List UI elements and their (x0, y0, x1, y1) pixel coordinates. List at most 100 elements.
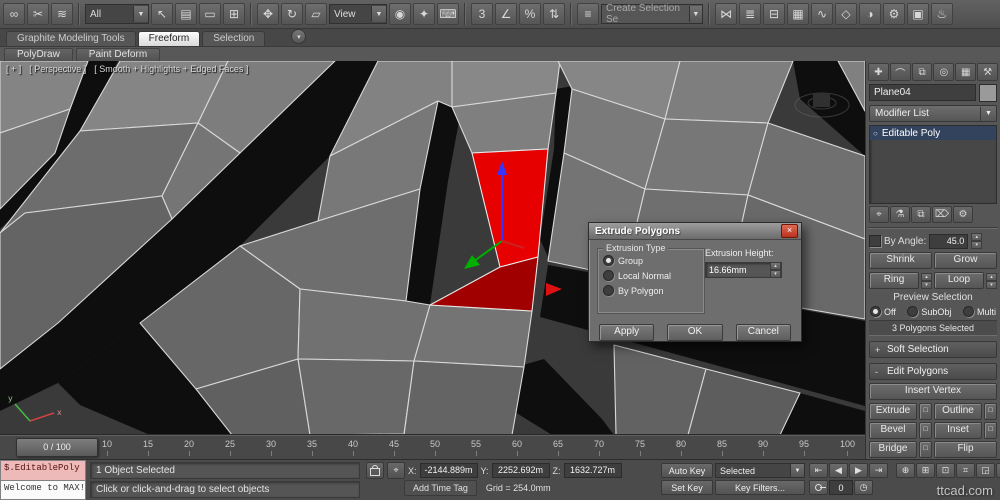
key-filters-button[interactable]: Key Filters... (715, 480, 805, 495)
timeline-tick[interactable]: 35 (307, 439, 317, 457)
maxscript-listener-input[interactable]: $.EditablePoly (0, 460, 86, 481)
grow-button[interactable]: Grow (934, 252, 997, 269)
flip-button[interactable]: Flip (934, 441, 997, 458)
tab-selection[interactable]: Selection (202, 31, 266, 46)
reference-coordinate-dropdown[interactable]: View ▼ (329, 4, 387, 24)
timeline-tick[interactable]: 100 (840, 439, 855, 457)
dialog-titlebar[interactable]: Extrude Polygons × (589, 223, 801, 240)
preview-multi-radio[interactable]: Multi (962, 306, 996, 317)
spinner-snap-icon[interactable]: ⇅ (543, 3, 565, 25)
display-tab-icon[interactable]: ▦ (955, 63, 977, 81)
remove-modifier-icon[interactable]: ⌦ (932, 206, 952, 224)
use-pivot-center-icon[interactable]: ◉ (389, 3, 411, 25)
ribbon-minimize-button[interactable]: ▾ (291, 29, 307, 44)
set-key-button[interactable]: Set Key (661, 480, 713, 495)
timeline-tick[interactable]: 75 (635, 439, 645, 457)
time-configuration-button[interactable]: ◷ (854, 480, 873, 495)
tab-freeform[interactable]: Freeform (137, 31, 201, 46)
timeline-tick[interactable]: 70 (594, 439, 604, 457)
extrude-button[interactable]: Extrude (869, 403, 917, 420)
zoom-all-icon[interactable]: ⊞ (916, 463, 935, 478)
preview-subobj-radio[interactable]: SubObj (907, 306, 951, 317)
extrusion-height-input[interactable]: 16.66mm ▴ ▾ (705, 262, 782, 278)
apply-button[interactable]: Apply (599, 324, 655, 341)
y-coordinate-input[interactable]: 2252.692m (491, 463, 550, 478)
timeline-tick[interactable]: 60 (512, 439, 522, 457)
create-tab-icon[interactable]: ✚ (868, 63, 889, 81)
tab-graphite-modeling-tools[interactable]: Graphite Modeling Tools (6, 31, 136, 46)
zoom-extents-icon[interactable]: ⊡ (936, 463, 955, 478)
bridge-settings-button[interactable]: □ (919, 441, 932, 458)
shrink-button[interactable]: Shrink (869, 252, 932, 269)
modifier-list-dropdown[interactable]: Modifier List ▼ (869, 105, 997, 123)
go-to-end-icon[interactable]: ⇥ (869, 463, 888, 478)
by-angle-checkbox[interactable] (869, 235, 881, 247)
selection-filter-dropdown[interactable]: All ▼ (85, 4, 149, 24)
inset-button[interactable]: Inset (934, 422, 982, 439)
cancel-button[interactable]: Cancel (735, 324, 791, 341)
spinner-arrows[interactable]: ▴ ▾ (921, 272, 932, 289)
mirror-icon[interactable]: ⋈ (715, 3, 737, 25)
timeline-tick[interactable]: 25 (225, 439, 235, 457)
extrude-settings-button[interactable]: □ (919, 403, 932, 420)
add-time-tag-button[interactable]: Add Time Tag (404, 479, 477, 496)
zoom-icon[interactable]: ⊕ (896, 463, 915, 478)
schematic-view-icon[interactable]: ◇ (835, 3, 857, 25)
previous-frame-icon[interactable]: ◀ (829, 463, 848, 478)
viewport-general-menu[interactable]: [ + ] (6, 64, 21, 74)
timeline-tick[interactable]: 45 (389, 439, 399, 457)
stack-item-editable-poly[interactable]: ○ Editable Poly (870, 126, 996, 141)
perspective-viewport[interactable]: x y [ + ] [ Perspective ] [ Smooth + Hig… (0, 61, 865, 436)
spinner-down-icon[interactable]: ▾ (986, 280, 997, 289)
rollout-toggle-icon[interactable]: - (875, 367, 882, 377)
utilities-tab-icon[interactable]: ⚒ (977, 63, 998, 81)
make-unique-icon[interactable]: ⧉ (911, 206, 931, 224)
z-coordinate-input[interactable]: 1632.727m (563, 463, 622, 478)
ring-button[interactable]: Ring (869, 272, 919, 289)
radio-local-normal[interactable]: Local Normal (603, 268, 699, 283)
ok-button[interactable]: OK (667, 324, 723, 341)
viewport-pov-menu[interactable]: [ Perspective ] (29, 64, 86, 74)
radio-icon[interactable] (907, 306, 919, 317)
edit-polygons-rollout[interactable]: - Edit Polygons (869, 363, 997, 380)
by-angle-input[interactable]: 45.0 (929, 233, 969, 249)
insert-vertex-button[interactable]: Insert Vertex (869, 383, 997, 400)
timeline-tick[interactable]: 85 (717, 439, 727, 457)
configure-modifier-sets-icon[interactable]: ⚙ (953, 206, 973, 224)
spinner-up-icon[interactable]: ▴ (921, 272, 932, 281)
select-object-icon[interactable]: ↖ (151, 3, 173, 25)
select-and-scale-icon[interactable]: ▱ (305, 3, 327, 25)
outline-settings-button[interactable]: □ (984, 403, 997, 420)
auto-key-button[interactable]: Auto Key (661, 463, 713, 478)
select-and-move-icon[interactable]: ✥ (257, 3, 279, 25)
window-crossing-icon[interactable]: ⊞ (223, 3, 245, 25)
pin-stack-icon[interactable]: ⌖ (869, 206, 889, 224)
hierarchy-tab-icon[interactable]: ⧉ (911, 63, 933, 81)
edit-named-selection-sets-icon[interactable]: ≡ (577, 3, 599, 25)
rectangular-selection-icon[interactable]: ▭ (199, 3, 221, 25)
radio-icon[interactable] (603, 285, 614, 296)
selection-lock-toggle[interactable] (366, 462, 384, 479)
timeline-tick[interactable]: 95 (799, 439, 809, 457)
radio-icon[interactable] (870, 306, 881, 317)
x-coordinate-input[interactable]: -2144.889m (419, 463, 478, 478)
pan-icon[interactable]: ✥ (996, 463, 1000, 478)
loop-button[interactable]: Loop (934, 272, 984, 289)
timeline-tick[interactable]: 55 (471, 439, 481, 457)
visibility-bulb-icon[interactable]: ○ (873, 129, 878, 138)
ribbon-toggle-icon[interactable]: ▦ (787, 3, 809, 25)
motion-tab-icon[interactable]: ◎ (933, 63, 955, 81)
select-and-rotate-icon[interactable]: ↻ (281, 3, 303, 25)
layer-manager-icon[interactable]: ⊟ (763, 3, 785, 25)
key-mode-toggle[interactable] (809, 480, 828, 495)
spinner-arrows[interactable]: ▴ ▾ (971, 233, 983, 249)
track-bar[interactable]: 0510152025303540455055606570758085909510… (0, 435, 865, 460)
outline-button[interactable]: Outline (934, 403, 982, 420)
time-slider[interactable]: 0 / 100 (16, 438, 98, 458)
selected-set-dropdown[interactable]: Selected ▼ (715, 463, 805, 478)
rollout-toggle-icon[interactable]: + (875, 345, 882, 355)
rendered-frame-icon[interactable]: ▣ (907, 3, 929, 25)
timeline-tick[interactable]: 20 (184, 439, 194, 457)
spinner-down-icon[interactable]: ▾ (921, 280, 932, 289)
bevel-button[interactable]: Bevel (869, 422, 917, 439)
